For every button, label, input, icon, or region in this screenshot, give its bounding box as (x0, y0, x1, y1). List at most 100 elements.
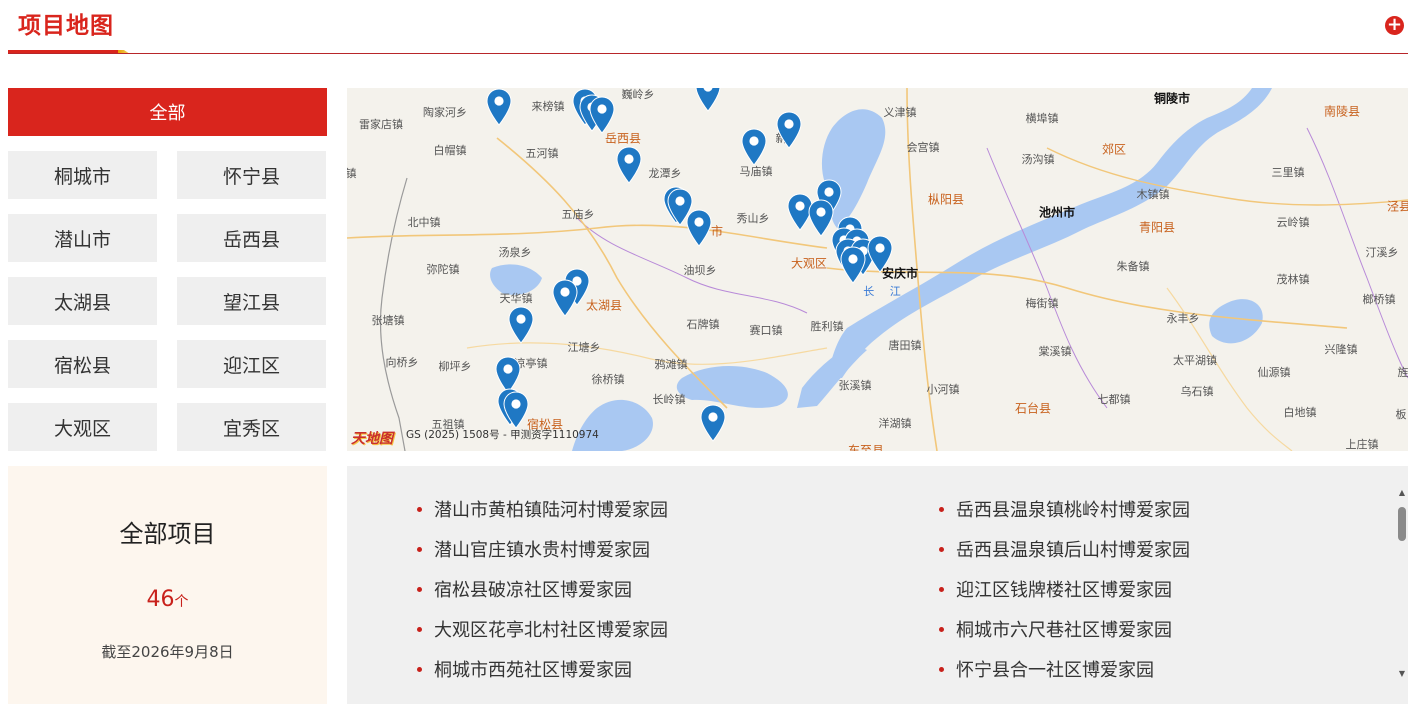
filter-region-button[interactable]: 太湖县 (8, 277, 157, 325)
filter-region-button[interactable]: 宜秀区 (177, 403, 326, 451)
project-name: 潜山市黄柏镇陆河村博爱家园 (434, 500, 668, 521)
map-place-label: 五河镇 (525, 147, 559, 160)
project-name: 桐城市西苑社区博爱家园 (434, 660, 632, 681)
filter-region-button[interactable]: 迎江区 (177, 340, 326, 388)
map-place-label: 五庙乡 (561, 208, 595, 221)
map-place-label: 陶家河乡 (423, 106, 467, 119)
filter-region-button[interactable]: 宿松县 (8, 340, 157, 388)
filter-region-button[interactable]: 岳西县 (177, 214, 326, 262)
map-county-label: 郊区 (1101, 142, 1127, 157)
map-county-label: 石台县 (1014, 401, 1052, 416)
project-list-item[interactable]: 大观区花亭北村社区博爱家园 (417, 616, 668, 642)
summary-as-of-date: 截至2026年9月8日 (101, 643, 234, 661)
project-list-item[interactable]: 怀宁县合一社区博爱家园 (939, 656, 1154, 682)
map-place-label: 赛口镇 (749, 324, 783, 337)
project-list-item[interactable]: 桐城市六尺巷社区博爱家园 (939, 616, 1172, 642)
filter-region-button[interactable]: 望江县 (177, 277, 326, 325)
map-place-label: 洋湖镇 (878, 417, 912, 430)
map-place-label: 朱备镇 (1116, 260, 1150, 273)
project-name: 桐城市六尺巷社区博爱家园 (956, 620, 1172, 641)
map-place-label: 汀溪乡 (1365, 246, 1399, 259)
map-place-label: 三里镇 (1271, 166, 1305, 179)
project-name: 迎江区钱牌楼社区博爱家园 (956, 580, 1172, 601)
map-place-label: 张塘镇 (371, 314, 405, 327)
filter-region-button[interactable]: 桐城市 (8, 151, 157, 199)
map-place-label: 石牌镇 (686, 318, 720, 331)
map-county-label: 枞阳县 (927, 192, 965, 207)
project-list-item[interactable]: 潜山官庄镇水贵村博爱家园 (417, 536, 650, 562)
map-county-label: 大观区 (790, 256, 828, 271)
map-county-label: 南陵县 (1323, 104, 1361, 119)
project-count: 46个 (8, 587, 327, 612)
map-place-label: 茂林镇 (1276, 273, 1310, 286)
map-place-label: 弥陀镇 (426, 263, 460, 276)
header-divider (8, 53, 1408, 54)
map-place-label: 雷家店镇 (359, 118, 403, 131)
project-marker-icon[interactable] (741, 128, 767, 166)
map-place-label: 白帽镇 (433, 144, 467, 157)
map-provider-logo: 天地图 (351, 431, 393, 447)
scrollbar-thumb[interactable] (1398, 507, 1406, 541)
project-marker-icon[interactable] (552, 279, 578, 317)
map-river-label: 长 江 (863, 285, 907, 298)
filter-region-button[interactable]: 潜山市 (8, 214, 157, 262)
project-list-item[interactable]: 岳西县温泉镇桃岭村博爱家园 (939, 496, 1190, 522)
filter-region-button[interactable]: 大观区 (8, 403, 157, 451)
bullet-dot-icon (939, 546, 944, 552)
map-county-label: 青阳县 (1138, 220, 1176, 235)
project-marker-icon[interactable] (686, 209, 712, 247)
map-place-label: 来榜镇 (531, 100, 565, 113)
project-list-item[interactable]: 迎江区钱牌楼社区博爱家园 (939, 576, 1172, 602)
map-place-label: 会宫镇 (906, 141, 940, 154)
project-map[interactable]: 雷家店镇 陶家河乡 来榜镇 巍岭乡 义津镇 横埠镇 白帽镇 五河镇 会宫镇 汤沟… (347, 88, 1408, 451)
section-header: 项目地图 + (0, 0, 1417, 56)
map-place-label: 小河镇 (926, 383, 960, 396)
triangle-down-icon[interactable]: ▼ (1397, 669, 1407, 679)
map-place-label: 天华镇 (499, 292, 533, 305)
map-place-label: 永丰乡 (1166, 312, 1200, 325)
project-list-item[interactable]: 桐城市西苑社区博爱家园 (417, 656, 632, 682)
bullet-dot-icon (939, 506, 944, 512)
project-marker-icon[interactable] (486, 88, 512, 126)
map-place-label: 北中镇 (407, 216, 441, 229)
bullet-dot-icon (417, 666, 422, 672)
map-place-label: 七都镇 (1097, 393, 1131, 406)
project-marker-icon[interactable] (508, 306, 534, 344)
map-place-label: 旌 (1397, 366, 1409, 379)
map-place-label: 镇 (347, 167, 357, 180)
project-list-item[interactable]: 潜山市黄柏镇陆河村博爱家园 (417, 496, 668, 522)
map-place-label: 巍岭乡 (621, 88, 655, 101)
map-place-label: 徐桥镇 (591, 373, 625, 386)
map-place-label: 义津镇 (883, 106, 917, 119)
project-marker-icon[interactable] (503, 391, 529, 429)
map-place-label: 榔桥镇 (1362, 293, 1396, 306)
list-scrollbar[interactable]: ▲ ▼ (1396, 488, 1408, 684)
map-place-label: 木镇镇 (1136, 188, 1170, 201)
project-list-item[interactable]: 岳西县温泉镇后山村博爱家园 (939, 536, 1190, 562)
project-marker-icon[interactable] (589, 96, 615, 134)
plus-circle-icon[interactable]: + (1385, 16, 1404, 35)
bullet-dot-icon (417, 546, 422, 552)
project-marker-icon[interactable] (695, 88, 721, 112)
map-place-label: 鸦滩镇 (654, 358, 688, 371)
map-place-label: 唐田镇 (888, 339, 922, 352)
project-list-item[interactable]: 宿松县破凉社区博爱家园 (417, 576, 632, 602)
filter-all-button[interactable]: 全部 (8, 88, 327, 136)
filter-region-button[interactable]: 怀宁县 (177, 151, 326, 199)
page-title: 项目地图 (18, 13, 114, 39)
map-place-label: 太平湖镇 (1173, 354, 1217, 367)
project-marker-icon[interactable] (867, 235, 893, 273)
project-marker-icon[interactable] (776, 111, 802, 149)
map-city-label: 铜陵市 (1153, 91, 1191, 106)
triangle-up-icon[interactable]: ▲ (1397, 488, 1407, 498)
project-marker-icon[interactable] (616, 146, 642, 184)
map-place-label: 柳坪乡 (438, 360, 472, 373)
map-place-label: 汤泉乡 (498, 246, 532, 259)
project-summary-card: 全部项目 46个 截至2026年9月8日 (8, 466, 327, 704)
map-place-label: 龙潭乡 (648, 167, 682, 180)
bullet-dot-icon (417, 586, 422, 592)
project-marker-icon[interactable] (840, 246, 866, 284)
project-name: 大观区花亭北村社区博爱家园 (434, 620, 668, 641)
project-marker-icon[interactable] (700, 404, 726, 442)
bullet-dot-icon (417, 506, 422, 512)
